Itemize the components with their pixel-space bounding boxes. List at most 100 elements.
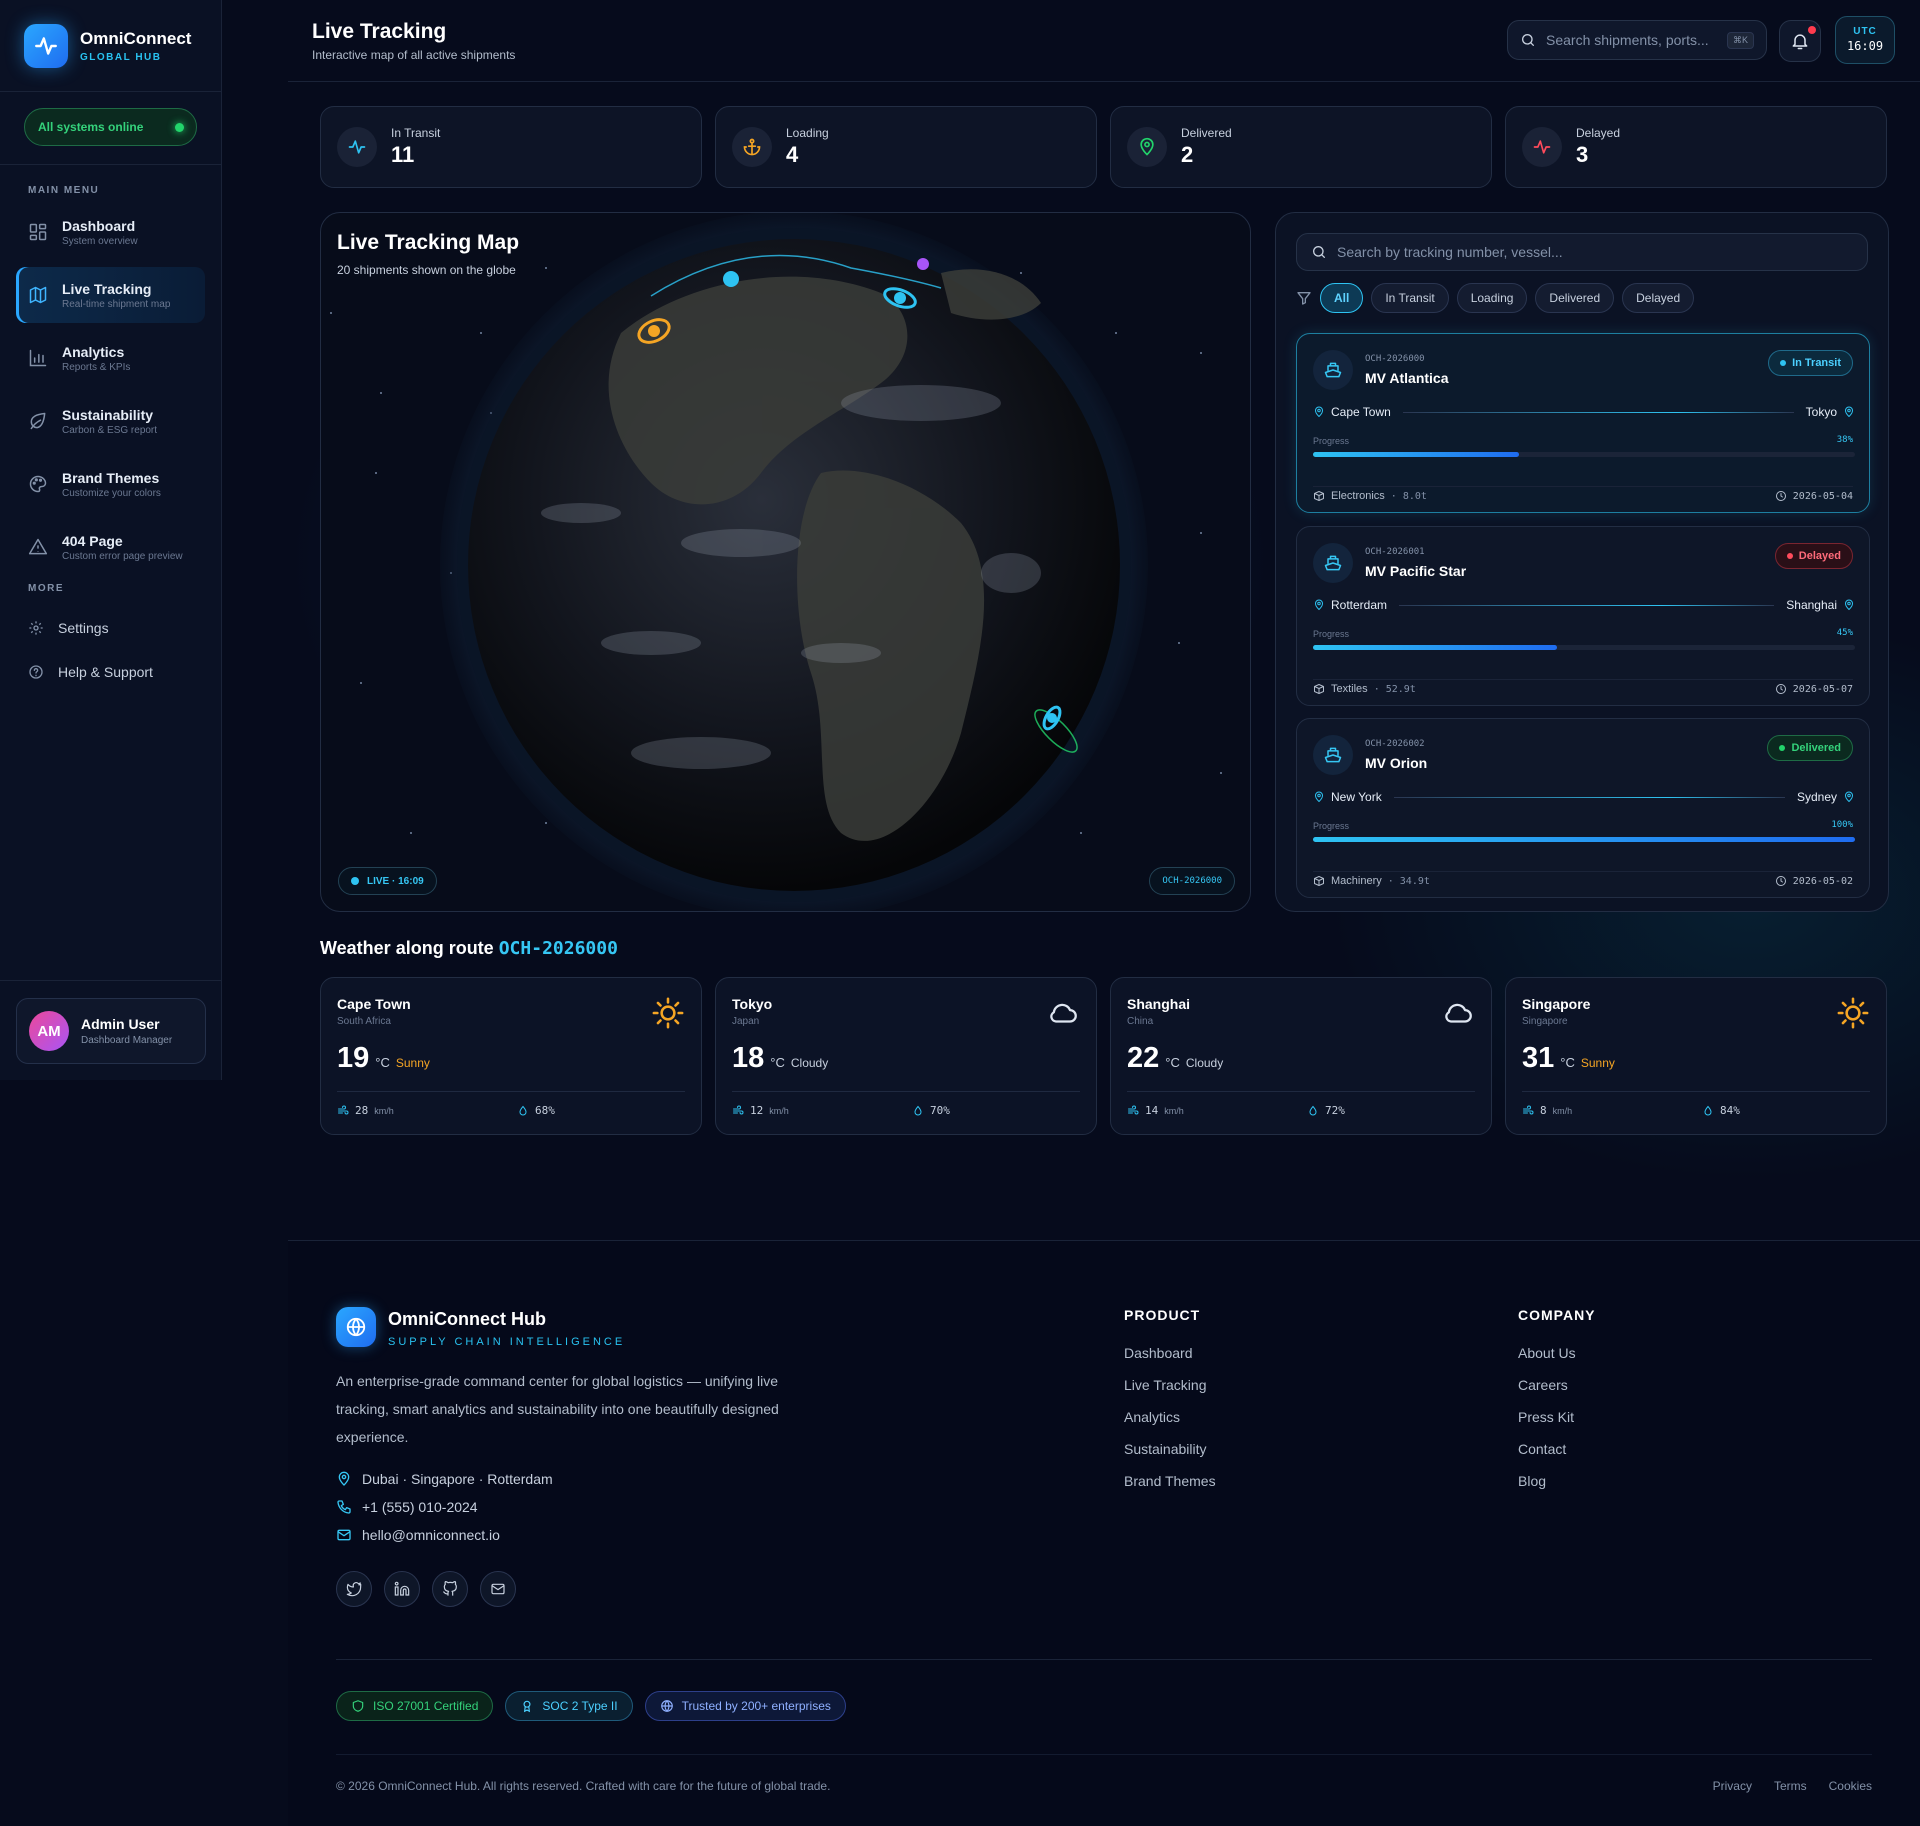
globe[interactable] bbox=[321, 213, 1251, 912]
privacy-link[interactable]: Privacy bbox=[1713, 1779, 1752, 1793]
sidebar-item-brand-themes[interactable]: Brand Themes Customize your colors bbox=[16, 456, 205, 512]
sidebar-item-help[interactable]: Help & Support bbox=[16, 650, 205, 694]
divider bbox=[337, 1091, 685, 1092]
shipment-marker-origin[interactable] bbox=[723, 271, 739, 287]
sidebar-item-sustainability[interactable]: Sustainability Carbon & ESG report bbox=[16, 393, 205, 449]
brand[interactable]: OmniConnect GLOBAL HUB bbox=[0, 0, 221, 92]
filter-chip-loading[interactable]: Loading bbox=[1456, 283, 1528, 313]
tracking-search-input[interactable]: Search by tracking number, vessel... bbox=[1296, 233, 1868, 271]
tracking-code: OCH-2026000 bbox=[1365, 354, 1425, 364]
sidebar-item-dashboard[interactable]: Dashboard System overview bbox=[16, 204, 205, 260]
filter-chip-in-transit[interactable]: In Transit bbox=[1371, 283, 1449, 313]
github-button[interactable] bbox=[432, 1571, 468, 1607]
footer-link[interactable]: About Us bbox=[1518, 1337, 1596, 1369]
trust-badge: Trusted by 200+ enterprises bbox=[644, 1691, 846, 1721]
email-button[interactable] bbox=[480, 1571, 516, 1607]
footer-link[interactable]: Contact bbox=[1518, 1433, 1596, 1465]
github-icon bbox=[443, 1581, 457, 1596]
stat-card-delivered[interactable]: Delivered 2 bbox=[1110, 106, 1492, 188]
footer-phone[interactable]: +1 (555) 010-2024 bbox=[336, 1499, 478, 1515]
more-nav: Settings Help & Support bbox=[16, 606, 205, 694]
weather-city: Shanghai bbox=[1127, 996, 1191, 1012]
wind-value: 28 bbox=[355, 1104, 369, 1117]
cloud-icon bbox=[1445, 1003, 1472, 1023]
cookies-link[interactable]: Cookies bbox=[1829, 1779, 1872, 1793]
stat-card-delayed[interactable]: Delayed 3 bbox=[1505, 106, 1887, 188]
filter-icon[interactable] bbox=[1296, 290, 1312, 306]
cargo-info: Machinery · 34.9t bbox=[1313, 875, 1430, 887]
live-tracking-map[interactable]: Live Tracking Map 20 shipments shown on … bbox=[320, 212, 1251, 912]
global-search-input[interactable]: Search shipments, ports... ⌘K bbox=[1507, 20, 1767, 60]
humidity: 70% bbox=[912, 1104, 950, 1117]
user-card[interactable]: AM Admin User Dashboard Manager bbox=[16, 998, 206, 1064]
footer-link[interactable]: Press Kit bbox=[1518, 1401, 1596, 1433]
weather-condition: Sunny bbox=[395, 1056, 430, 1070]
filter-chip-delayed[interactable]: Delayed bbox=[1622, 283, 1695, 313]
shipment-card[interactable]: OCH-2026000 MV Atlantica In Transit Cape… bbox=[1296, 333, 1870, 513]
progress-label: Progress bbox=[1313, 821, 1350, 831]
main-menu-heading: MAIN MENU bbox=[28, 185, 100, 196]
footer-link[interactable]: Sustainability bbox=[1124, 1433, 1216, 1465]
sidebar-item-settings[interactable]: Settings bbox=[16, 606, 205, 650]
vessel-name: MV Pacific Star bbox=[1365, 563, 1467, 579]
sidebar-item-label: Dashboard bbox=[62, 217, 136, 234]
pin-icon bbox=[1844, 406, 1854, 418]
footer-description: An enterprise-grade command center for g… bbox=[336, 1373, 779, 1445]
terms-link[interactable]: Terms bbox=[1774, 1779, 1807, 1793]
status-badge: Delayed bbox=[1774, 543, 1853, 569]
humidity: 72% bbox=[1307, 1104, 1345, 1117]
gear-icon bbox=[29, 621, 43, 635]
footer-link[interactable]: Dashboard bbox=[1124, 1337, 1216, 1369]
footer-link[interactable]: Live Tracking bbox=[1124, 1369, 1216, 1401]
cargo-info: Electronics · 8.0t bbox=[1313, 490, 1427, 502]
shipment-card[interactable]: OCH-2026002 MV Orion Delivered New York … bbox=[1296, 718, 1870, 898]
activity-icon bbox=[337, 127, 377, 167]
clock-icon bbox=[1775, 491, 1786, 501]
twitter-button[interactable] bbox=[336, 1571, 372, 1607]
ship-icon bbox=[1313, 543, 1353, 583]
sidebar-item-analytics[interactable]: Analytics Reports & KPIs bbox=[16, 330, 205, 386]
mail-icon bbox=[491, 1583, 505, 1595]
pin-icon bbox=[1127, 127, 1167, 167]
destination-port: Tokyo bbox=[1805, 405, 1837, 419]
footer-link[interactable]: Brand Themes bbox=[1124, 1465, 1216, 1497]
live-dot bbox=[351, 877, 359, 885]
temp-value: 19 bbox=[337, 1042, 370, 1074]
footer-company-column: COMPANY About Us Careers Press Kit Conta… bbox=[1518, 1307, 1596, 1497]
weather-card: Tokyo Japan 18 °C Cloudy 12 km/h 70% bbox=[715, 977, 1097, 1135]
shipment-marker-purple[interactable] bbox=[917, 258, 929, 270]
stat-label: Delayed bbox=[1576, 126, 1621, 140]
footer-link[interactable]: Careers bbox=[1518, 1369, 1596, 1401]
clock-icon bbox=[1775, 684, 1786, 694]
grid-icon bbox=[29, 223, 47, 241]
footer-email[interactable]: hello@omniconnect.io bbox=[336, 1527, 500, 1543]
shipment-card[interactable]: OCH-2026001 MV Pacific Star Delayed Rott… bbox=[1296, 526, 1870, 706]
droplet-icon bbox=[519, 1105, 527, 1115]
footer-link[interactable]: Analytics bbox=[1124, 1401, 1216, 1433]
sidebar-item-sub: Customize your colors bbox=[62, 487, 161, 499]
stat-card-loading[interactable]: Loading 4 bbox=[715, 106, 1097, 188]
sidebar-item-live-tracking[interactable]: Live Tracking Real-time shipment map bbox=[16, 267, 205, 323]
sidebar-item-sub: Custom error page preview bbox=[62, 550, 183, 562]
page-title: Live Tracking bbox=[312, 20, 447, 43]
sidebar-item-404-page[interactable]: 404 Page Custom error page preview bbox=[16, 519, 205, 575]
tracking-code: OCH-2026001 bbox=[1365, 547, 1425, 557]
weather-card: Cape Town South Africa 19 °C Sunny 28 km/h … bbox=[320, 977, 702, 1135]
filter-chip-all[interactable]: All bbox=[1320, 283, 1364, 313]
droplet-icon bbox=[1309, 1105, 1317, 1115]
route-line bbox=[1402, 411, 1794, 413]
stat-value: 3 bbox=[1576, 142, 1589, 167]
weather-country: China bbox=[1127, 1016, 1154, 1027]
user-role: Dashboard Manager bbox=[81, 1035, 173, 1046]
footer-link[interactable]: Blog bbox=[1518, 1465, 1596, 1497]
filter-chip-delivered[interactable]: Delivered bbox=[1535, 283, 1615, 313]
temp-value: 22 bbox=[1127, 1042, 1160, 1074]
cargo-weight: 34.9t bbox=[1399, 875, 1430, 887]
globe-logo-icon bbox=[336, 1307, 376, 1347]
stat-card-in-transit[interactable]: In Transit 11 bbox=[320, 106, 702, 188]
status-badge: In Transit bbox=[1768, 350, 1853, 376]
selected-shipment-badge[interactable]: OCH-2026000 bbox=[1149, 867, 1235, 895]
pin-icon bbox=[1844, 599, 1854, 611]
linkedin-button[interactable] bbox=[384, 1571, 420, 1607]
notifications-button[interactable] bbox=[1779, 20, 1821, 62]
